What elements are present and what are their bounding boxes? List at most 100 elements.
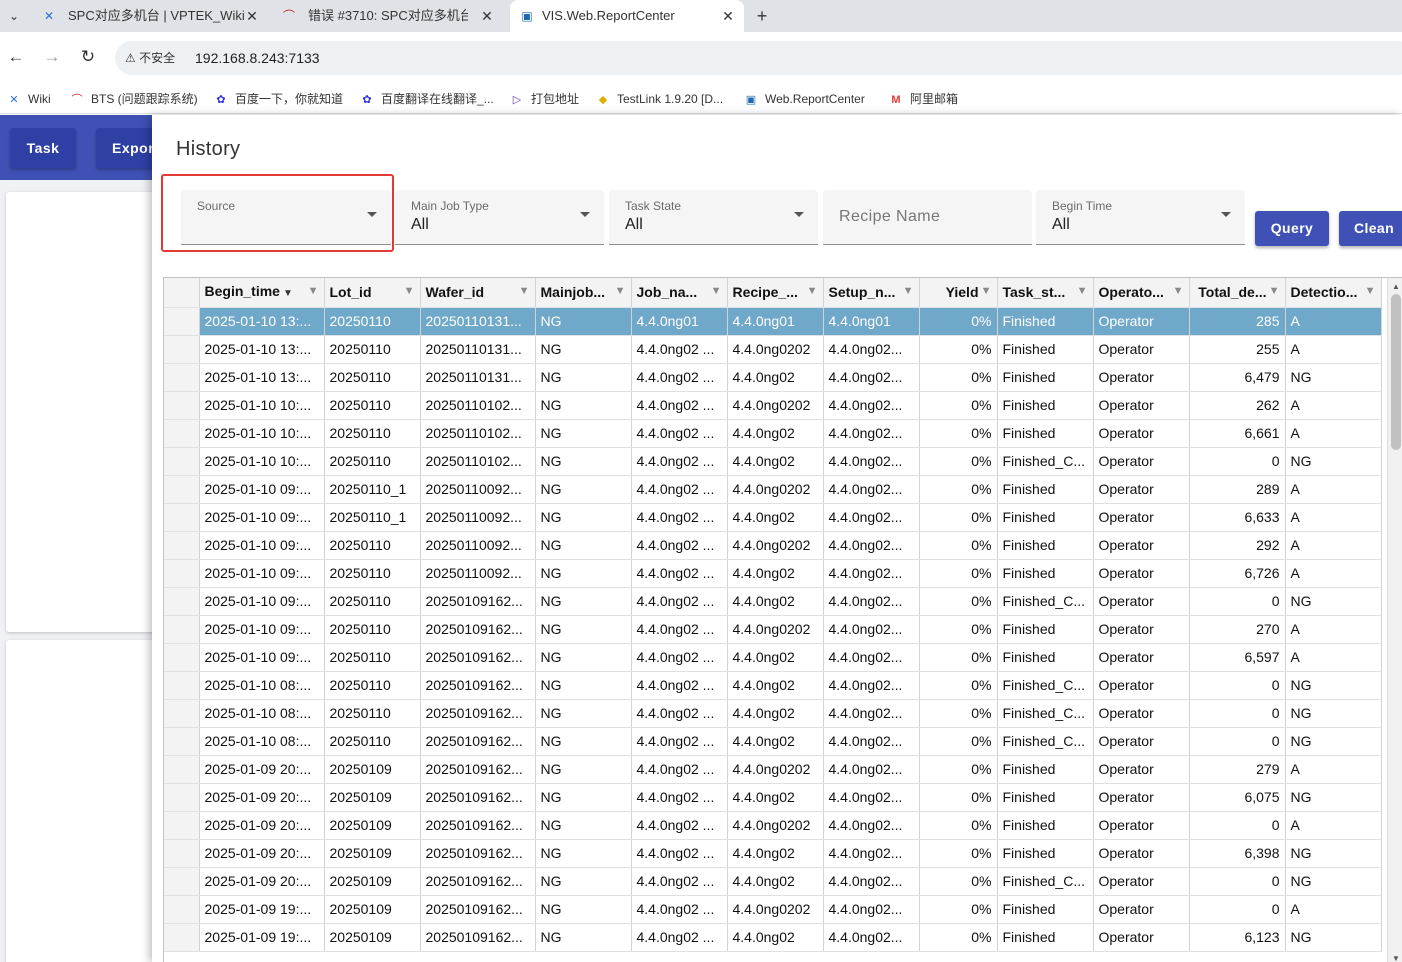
table-cell[interactable]: 0 [1189, 699, 1286, 728]
row-header[interactable] [164, 783, 200, 812]
row-header[interactable] [164, 811, 200, 840]
table-cell[interactable]: 20250110 [324, 391, 421, 420]
table-cell[interactable]: 2025-01-09 20:... [199, 755, 325, 784]
table-cell[interactable]: 0% [919, 811, 998, 840]
table-cell[interactable]: A [1285, 895, 1382, 924]
row-header[interactable] [164, 839, 200, 868]
table-cell[interactable]: 0% [919, 503, 998, 532]
table-cell[interactable]: 20250110 [324, 419, 421, 448]
table-cell[interactable]: 20250110 [324, 307, 421, 336]
table-cell[interactable]: 2025-01-10 08:... [199, 699, 325, 728]
filter-icon[interactable]: ▼ [404, 278, 415, 305]
table-cell[interactable]: NG [1285, 587, 1382, 616]
table-cell[interactable]: Finished [997, 783, 1094, 812]
table-cell[interactable]: 20250110092... [420, 475, 536, 504]
table-cell[interactable]: 4.4.0ng02 [727, 923, 824, 952]
table-cell[interactable]: NG [1285, 671, 1382, 700]
table-cell[interactable]: Finished [997, 643, 1094, 672]
table-cell[interactable]: 0 [1189, 587, 1286, 616]
table-cell[interactable]: Operator [1093, 447, 1190, 476]
table-cell[interactable]: NG [535, 783, 632, 812]
table-cell[interactable]: Finished [997, 839, 1094, 868]
table-cell[interactable]: 20250110_1 [324, 503, 421, 532]
table-cell[interactable]: 2025-01-10 09:... [199, 475, 325, 504]
table-cell[interactable]: NG [535, 839, 632, 868]
filter-icon[interactable]: ▼ [1365, 278, 1376, 305]
table-cell[interactable]: Operator [1093, 559, 1190, 588]
filter-icon[interactable]: ▼ [519, 278, 530, 305]
table-cell[interactable]: 0% [919, 923, 998, 952]
row-header[interactable] [164, 335, 200, 364]
table-cell[interactable]: A [1285, 811, 1382, 840]
row-header[interactable] [164, 923, 200, 952]
table-cell[interactable]: A [1285, 531, 1382, 560]
table-cell[interactable]: NG [535, 699, 632, 728]
table-cell[interactable]: 4.4.0ng0202 [727, 755, 824, 784]
table-cell[interactable]: 4.4.0ng02... [823, 587, 920, 616]
table-cell[interactable]: 6,479 [1189, 363, 1286, 392]
table-cell[interactable]: 0% [919, 559, 998, 588]
table-cell[interactable]: Finished [997, 503, 1094, 532]
table-cell[interactable]: 2025-01-10 09:... [199, 503, 325, 532]
column-header[interactable]: Mainjob... ▼ [535, 278, 632, 308]
row-header[interactable] [164, 307, 200, 336]
table-cell[interactable]: 20250109162... [420, 755, 536, 784]
table-cell[interactable]: 0% [919, 475, 998, 504]
table-cell[interactable]: Operator [1093, 615, 1190, 644]
table-cell[interactable]: 4.4.0ng02... [823, 811, 920, 840]
column-header[interactable]: Lot_id ▼ [324, 278, 421, 308]
table-cell[interactable]: Finished [997, 559, 1094, 588]
table-cell[interactable]: 0% [919, 587, 998, 616]
table-cell[interactable]: 20250109162... [420, 699, 536, 728]
row-header[interactable] [164, 475, 200, 504]
table-row[interactable]: 2025-01-10 09:... 20250110_1 20250110092..… [164, 475, 1382, 504]
table-cell[interactable]: 2025-01-10 08:... [199, 727, 325, 756]
row-header[interactable] [164, 363, 200, 392]
table-cell[interactable]: 4.4.0ng02 ... [631, 671, 728, 700]
table-cell[interactable]: Operator [1093, 643, 1190, 672]
table-cell[interactable]: NG [535, 811, 632, 840]
filter-icon[interactable]: ▼ [308, 278, 319, 305]
filter-icon[interactable]: ▼ [807, 278, 818, 305]
table-cell[interactable]: 6,123 [1189, 923, 1286, 952]
table-cell[interactable]: 20250110092... [420, 503, 536, 532]
table-cell[interactable]: Finished_C... [997, 587, 1094, 616]
table-cell[interactable]: Finished [997, 923, 1094, 952]
table-cell[interactable]: NG [535, 895, 632, 924]
table-cell[interactable]: 20250110 [324, 559, 421, 588]
table-cell[interactable]: 4.4.0ng02 [727, 559, 824, 588]
main-job-type-select[interactable]: Main Job Type All [395, 190, 604, 245]
table-cell[interactable]: 0 [1189, 447, 1286, 476]
table-cell[interactable]: 4.4.0ng02... [823, 867, 920, 896]
table-cell[interactable]: A [1285, 615, 1382, 644]
table-cell[interactable]: Operator [1093, 503, 1190, 532]
table-cell[interactable]: 4.4.0ng02... [823, 783, 920, 812]
table-cell[interactable]: 2025-01-09 19:... [199, 895, 325, 924]
table-cell[interactable]: NG [535, 307, 632, 336]
table-cell[interactable]: 4.4.0ng02... [823, 363, 920, 392]
table-cell[interactable]: A [1285, 391, 1382, 420]
table-row[interactable]: 2025-01-10 08:... 20250110 20250109162... N… [164, 671, 1382, 700]
table-cell[interactable]: 20250109162... [420, 671, 536, 700]
table-cell[interactable]: 4.4.0ng02 [727, 867, 824, 896]
table-cell[interactable]: 4.4.0ng02 ... [631, 503, 728, 532]
browser-tab-bts[interactable]: ⌒ 错误 #3710: SPC对应多机台 - · ✕ [282, 0, 495, 32]
table-cell[interactable]: 4.4.0ng02... [823, 615, 920, 644]
tab-search-icon[interactable]: ⌄ [2, 4, 26, 28]
table-cell[interactable]: Operator [1093, 755, 1190, 784]
table-cell[interactable]: 20250109162... [420, 895, 536, 924]
row-header[interactable] [164, 895, 200, 924]
table-cell[interactable]: NG [1285, 783, 1382, 812]
table-cell[interactable]: 4.4.0ng02... [823, 643, 920, 672]
table-cell[interactable]: 4.4.0ng02... [823, 923, 920, 952]
table-cell[interactable]: 6,661 [1189, 419, 1286, 448]
table-cell[interactable]: Finished_C... [997, 699, 1094, 728]
table-cell[interactable]: 2025-01-10 10:... [199, 419, 325, 448]
table-cell[interactable]: 4.4.0ng02... [823, 839, 920, 868]
table-cell[interactable]: 6,726 [1189, 559, 1286, 588]
table-cell[interactable]: Operator [1093, 587, 1190, 616]
table-cell[interactable]: 4.4.0ng02 [727, 587, 824, 616]
table-cell[interactable]: 4.4.0ng02 ... [631, 923, 728, 952]
row-header[interactable] [164, 447, 200, 476]
table-cell[interactable]: NG [535, 447, 632, 476]
